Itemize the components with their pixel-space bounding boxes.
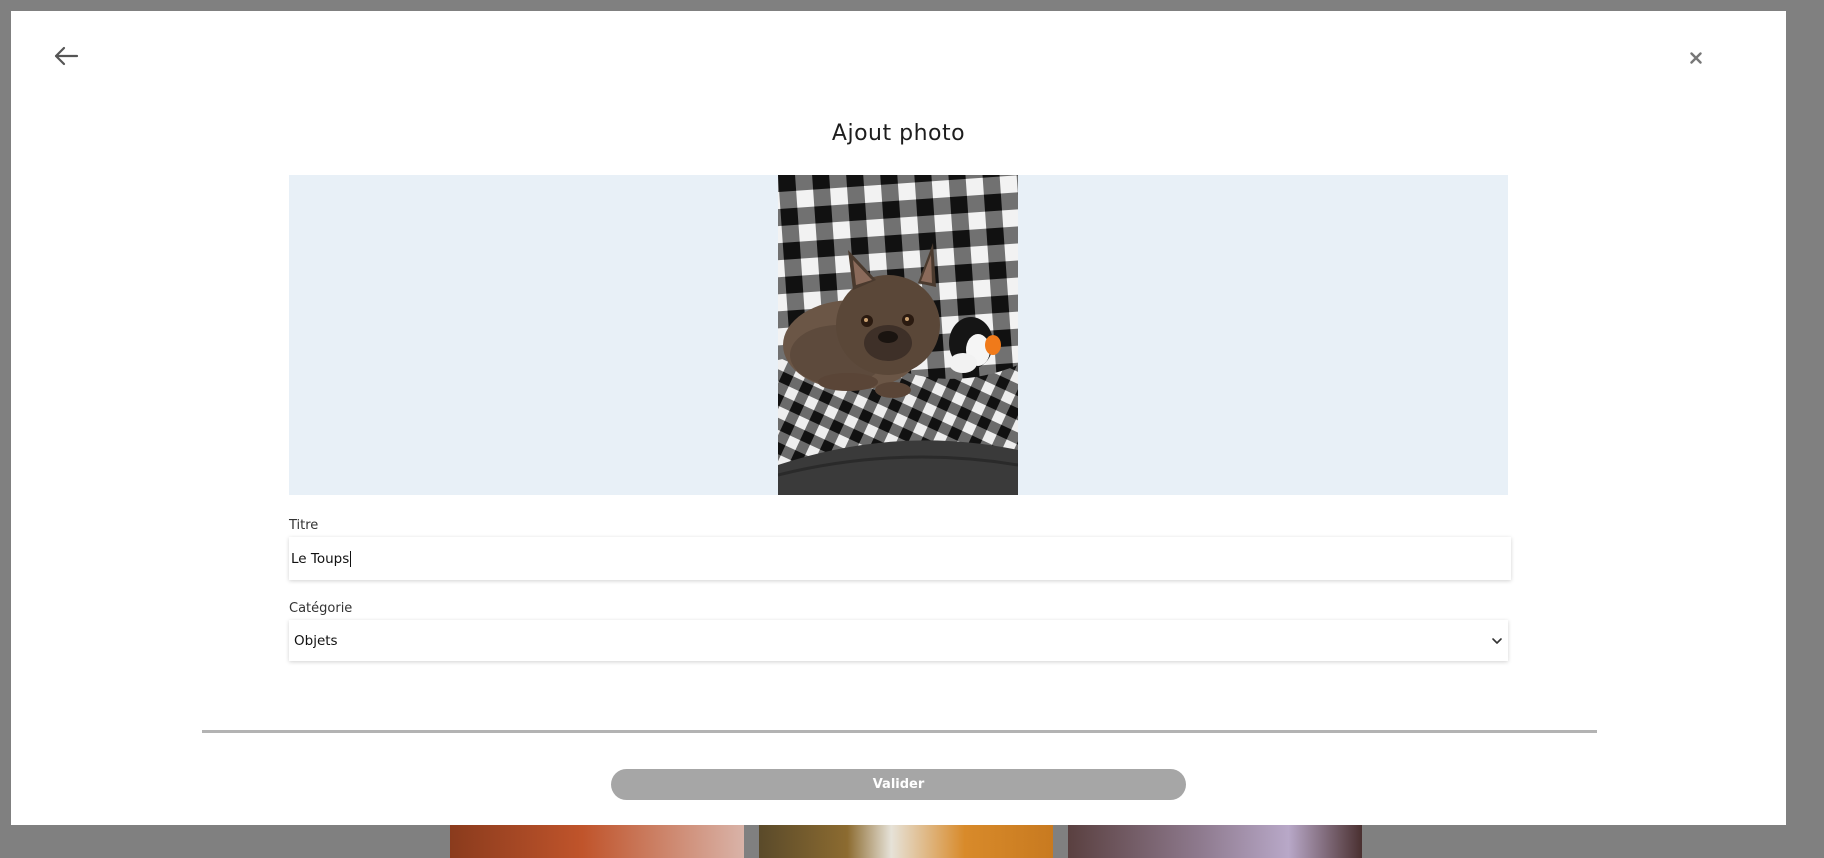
categorie-selected-value: Objets (294, 632, 338, 649)
gallery-thumbnail (759, 825, 1053, 858)
valider-button[interactable]: Valider (611, 769, 1186, 800)
close-icon (1690, 52, 1702, 64)
titre-input-value: Le Toups (291, 550, 350, 567)
categorie-label: Catégorie (289, 601, 353, 616)
titre-label: Titre (289, 518, 319, 533)
add-photo-modal: Ajout photo Titre Le Toups Catégorie Obj… (11, 11, 1786, 825)
titre-input[interactable]: Le Toups (289, 537, 1511, 580)
close-button[interactable] (1685, 47, 1707, 69)
arrow-left-icon (54, 46, 79, 66)
divider (202, 730, 1597, 733)
chevron-down-icon (1492, 637, 1502, 644)
modal-title: Ajout photo (831, 121, 966, 146)
uploaded-photo (778, 175, 1018, 495)
back-button[interactable] (47, 41, 85, 71)
categorie-select[interactable]: Objets (289, 620, 1508, 661)
gallery-thumbnail (1068, 825, 1362, 858)
text-caret (350, 550, 352, 567)
photo-preview (289, 175, 1508, 495)
gallery-thumbnail (450, 825, 744, 858)
